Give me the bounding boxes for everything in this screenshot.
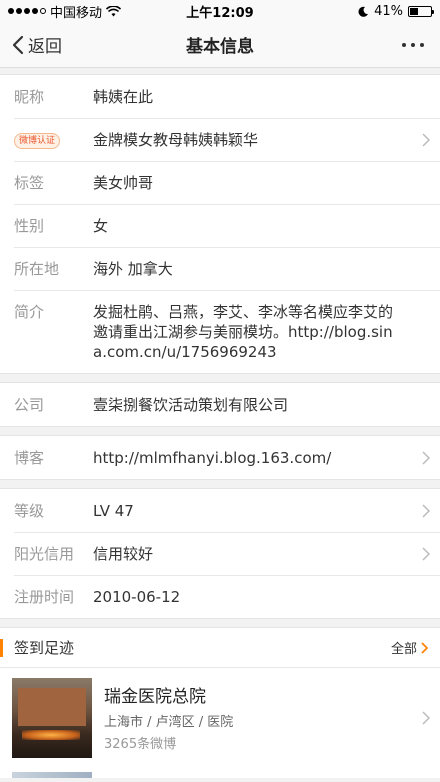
tags-value: 美女帅哥 bbox=[93, 174, 154, 192]
company-section: 公司 壹柒捌餐饮活动策划有限公司 bbox=[0, 382, 440, 427]
status-left: 中国移动 bbox=[8, 2, 122, 21]
status-right: 41% bbox=[358, 3, 434, 19]
company-label: 公司 bbox=[14, 396, 45, 414]
chevron-right-icon bbox=[422, 546, 430, 561]
footprints-header: 签到足迹 全部 bbox=[0, 628, 440, 668]
credit-label: 阳光信用 bbox=[14, 545, 75, 563]
more-dot bbox=[411, 42, 415, 47]
bio-row: 简介 发掘杜鹃、吕燕，李艾、李冰等名模应李艾的邀请重出江湖参与美丽模坊。http… bbox=[0, 290, 440, 373]
place-post-count: 3265条微博 bbox=[104, 737, 177, 752]
level-row[interactable]: 等级 LV 47 bbox=[0, 489, 440, 532]
back-label: 返回 bbox=[28, 37, 62, 57]
next-place-thumbnail bbox=[12, 772, 92, 778]
gender-label: 性别 bbox=[14, 217, 45, 235]
verify-label-cell: 微博认证 bbox=[14, 118, 93, 149]
more-dot bbox=[420, 42, 424, 47]
battery-percent: 41% bbox=[374, 3, 403, 19]
status-time: 上午12:09 bbox=[186, 5, 254, 21]
place-thumbnail bbox=[12, 678, 92, 758]
more-button[interactable] bbox=[402, 42, 428, 47]
carrier-label: 中国移动 bbox=[50, 5, 103, 21]
credit-value: 信用较好 bbox=[93, 545, 154, 563]
chevron-right-icon bbox=[422, 450, 430, 465]
footprints-title: 签到足迹 bbox=[0, 637, 74, 658]
chevron-left-icon bbox=[12, 35, 24, 54]
level-label: 等级 bbox=[14, 502, 45, 520]
profile-section: 昵称 韩姨在此 微博认证 金牌模女教母韩姨韩颖华 标签 美女帅哥 性别 女 所在… bbox=[0, 74, 440, 374]
account-section: 等级 LV 47 阳光信用 信用较好 注册时间 2010-06-12 bbox=[0, 488, 440, 619]
gender-row: 性别 女 bbox=[0, 204, 440, 247]
blog-section: 博客 http://mlmfhanyi.blog.163.com/ bbox=[0, 435, 440, 480]
location-value: 海外 加拿大 bbox=[93, 260, 173, 278]
wifi-icon bbox=[106, 5, 122, 16]
footprint-item[interactable]: 瑞金医院总院 上海市 / 卢湾区 / 医院 3265条微博 bbox=[0, 668, 440, 768]
register-row: 注册时间 2010-06-12 bbox=[0, 575, 440, 618]
bio-value: 发掘杜鹃、吕燕，李艾、李冰等名模应李艾的邀请重出江湖参与美丽模坊。http://… bbox=[93, 303, 394, 361]
location-row: 所在地 海外 加拿大 bbox=[0, 247, 440, 290]
battery-icon bbox=[408, 5, 434, 17]
location-label: 所在地 bbox=[14, 260, 60, 278]
moon-icon bbox=[358, 6, 369, 17]
bio-label: 简介 bbox=[14, 303, 45, 321]
verify-value: 金牌模女教母韩姨韩颖华 bbox=[93, 131, 259, 149]
chevron-right-icon bbox=[422, 711, 430, 725]
register-value: 2010-06-12 bbox=[93, 588, 181, 606]
blog-row[interactable]: 博客 http://mlmfhanyi.blog.163.com/ bbox=[0, 436, 440, 479]
nickname-row: 昵称 韩姨在此 bbox=[0, 75, 440, 118]
place-name: 瑞金医院总院 bbox=[104, 687, 206, 707]
gender-value: 女 bbox=[93, 217, 109, 235]
verify-row[interactable]: 微博认证 金牌模女教母韩姨韩颖华 bbox=[0, 118, 440, 161]
verify-badge: 微博认证 bbox=[14, 133, 61, 149]
footprints-section: 签到足迹 全部 瑞金医院总院 上海市 / 卢湾区 / 医院 3265条微博 bbox=[0, 627, 440, 778]
blog-label: 博客 bbox=[14, 449, 45, 467]
footprint-info: 瑞金医院总院 上海市 / 卢湾区 / 医院 3265条微博 bbox=[104, 678, 233, 758]
footprints-all-button[interactable]: 全部 bbox=[391, 638, 428, 657]
signal-icon bbox=[8, 8, 46, 14]
navigation-bar: 返回 基本信息 bbox=[0, 22, 440, 68]
chevron-right-icon bbox=[422, 503, 430, 518]
credit-row[interactable]: 阳光信用 信用较好 bbox=[0, 532, 440, 575]
footprints-all-label: 全部 bbox=[390, 642, 417, 657]
company-value: 壹柒捌餐饮活动策划有限公司 bbox=[93, 396, 289, 414]
back-button[interactable]: 返回 bbox=[12, 32, 62, 57]
company-row: 公司 壹柒捌餐饮活动策划有限公司 bbox=[0, 383, 440, 426]
status-bar: 中国移动 上午12:09 41% bbox=[0, 0, 440, 22]
level-value: LV 47 bbox=[93, 502, 134, 520]
register-label: 注册时间 bbox=[14, 588, 75, 606]
tags-row: 标签 美女帅哥 bbox=[0, 161, 440, 204]
blog-value: http://mlmfhanyi.blog.163.com/ bbox=[93, 449, 332, 467]
nickname-value: 韩姨在此 bbox=[93, 88, 154, 106]
nickname-label: 昵称 bbox=[14, 88, 45, 106]
chevron-right-icon bbox=[421, 641, 428, 654]
place-location: 上海市 / 卢湾区 / 医院 bbox=[104, 715, 234, 730]
more-dot bbox=[402, 42, 406, 47]
chevron-right-icon bbox=[422, 132, 430, 147]
page-title: 基本信息 bbox=[186, 37, 254, 57]
tags-label: 标签 bbox=[14, 174, 45, 192]
